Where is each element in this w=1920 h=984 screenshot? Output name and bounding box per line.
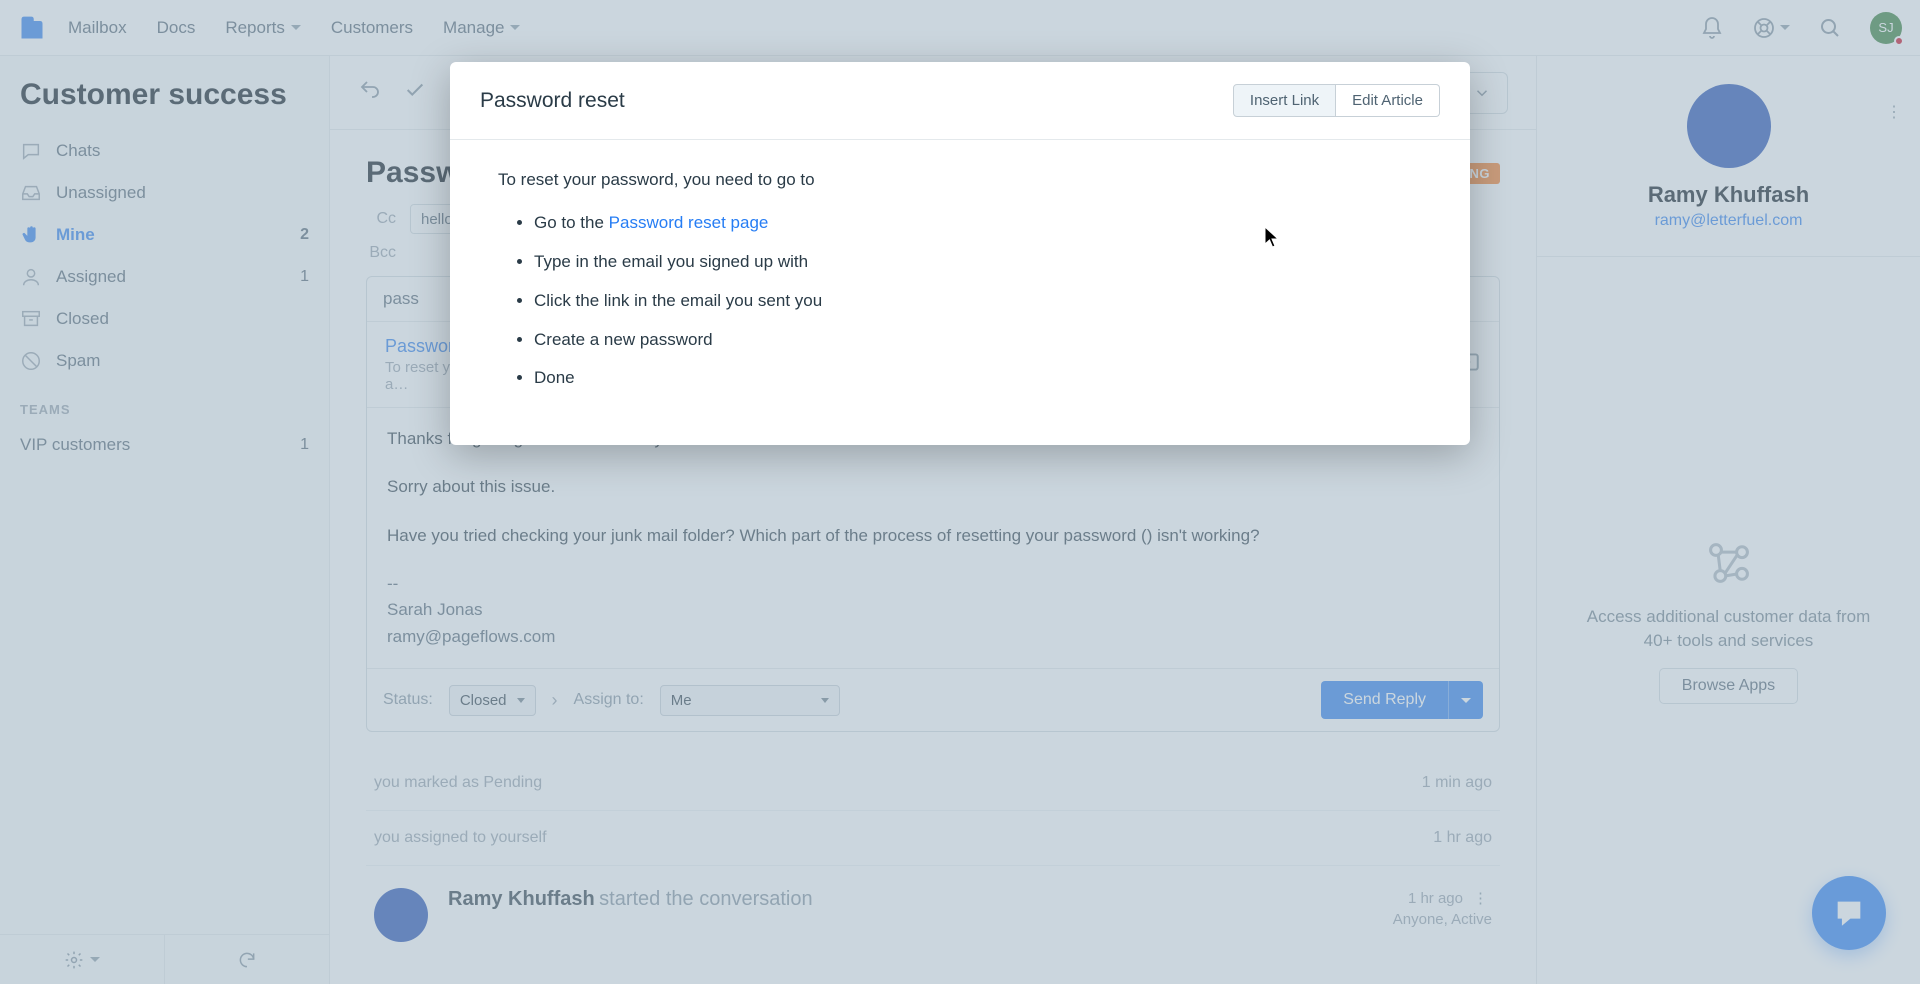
edit-article-button[interactable]: Edit Article	[1336, 84, 1440, 117]
password-reset-link[interactable]: Password reset page	[609, 213, 769, 232]
modal-step: Create a new password	[534, 326, 1422, 355]
article-preview-modal: Password reset Insert Link Edit Article …	[450, 62, 1470, 445]
modal-lead: To reset your password, you need to go t…	[498, 166, 1422, 195]
modal-title: Password reset	[480, 89, 625, 113]
modal-step: Click the link in the email you sent you	[534, 287, 1422, 316]
modal-body: To reset your password, you need to go t…	[450, 140, 1470, 445]
modal-step: Done	[534, 364, 1422, 393]
insert-link-button[interactable]: Insert Link	[1233, 84, 1336, 117]
modal-step: Go to the Password reset page	[534, 209, 1422, 238]
modal-step: Type in the email you signed up with	[534, 248, 1422, 277]
modal-overlay[interactable]: Password reset Insert Link Edit Article …	[0, 0, 1920, 984]
